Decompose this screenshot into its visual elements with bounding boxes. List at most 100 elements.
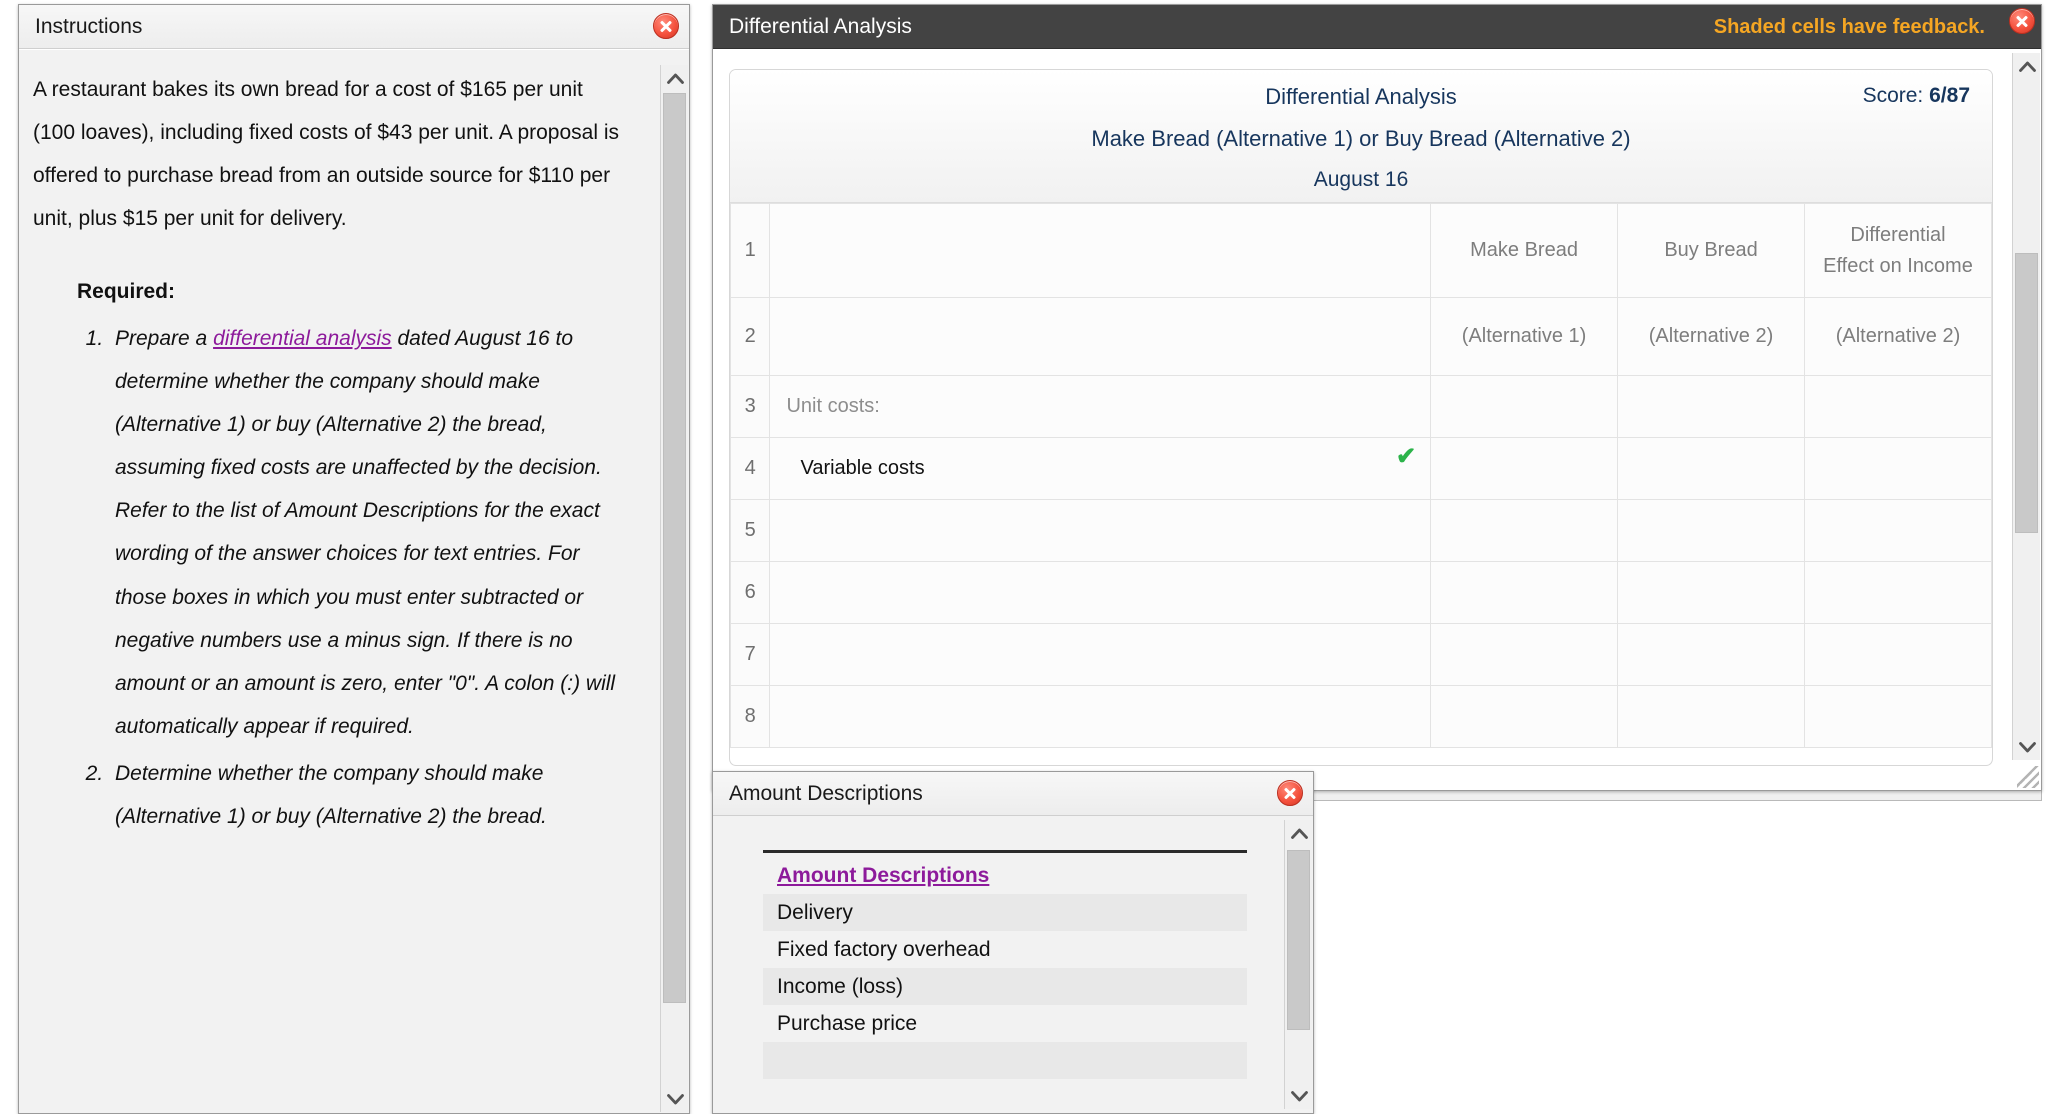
row-number: 7 (730, 623, 771, 686)
differential-scrollbar[interactable] (2012, 53, 2040, 760)
sheet-date: August 16 (1313, 168, 1409, 191)
scroll-down-icon[interactable] (1285, 1083, 1313, 1109)
cell-buy[interactable] (1617, 375, 1805, 438)
cell-make[interactable] (1430, 375, 1619, 438)
list-item-header[interactable]: Amount Descriptions (763, 857, 1247, 894)
differential-titlebar: Differential Analysis Shaded cells have … (713, 5, 2041, 49)
amount-descriptions-titlebar: Amount Descriptions (713, 772, 1313, 816)
sheet-header: Differential Analysis Make Bread (Altern… (730, 70, 1992, 203)
column-header-make-bread: Make Bread (1430, 203, 1619, 298)
scroll-up-icon[interactable] (2013, 53, 2041, 79)
scrollbar-thumb[interactable] (1287, 850, 1310, 1030)
cell-diff[interactable] (1803, 499, 1992, 562)
cell-label[interactable] (769, 623, 1432, 686)
list-item[interactable]: Income (loss) (763, 968, 1247, 1005)
diff-header-line1: Differential (1850, 223, 1946, 246)
req2-text: Determine whether the company should mak… (115, 761, 547, 828)
req1-before-link: Prepare a (115, 327, 214, 351)
cell-make[interactable] (1430, 499, 1619, 562)
column-header-buy-bread: Buy Bread (1617, 203, 1805, 298)
table-row: 6 (730, 561, 1992, 624)
sheet-subtitle: Make Bread (Alternative 1) or Buy Bread … (1091, 126, 1631, 151)
cell-make[interactable] (1430, 685, 1619, 748)
sheet-title: Differential Analysis (1265, 84, 1457, 109)
row-number: 5 (730, 499, 771, 562)
row-number: 6 (730, 561, 771, 624)
amount-descriptions-list: Amount Descriptions Delivery Fixed facto… (763, 850, 1247, 1079)
cell-label-variable-costs-text: Variable costs (800, 457, 925, 479)
instructions-title: Instructions (35, 15, 143, 38)
scroll-down-icon[interactable] (2013, 734, 2041, 760)
cell-make[interactable] (1430, 437, 1619, 500)
cell-diff-alternative: (Alternative 2) (1803, 297, 1992, 376)
cell-make[interactable] (1430, 561, 1619, 624)
row-number: 4 (730, 437, 771, 500)
list-item[interactable]: Purchase price (763, 1005, 1247, 1042)
cell-buy[interactable] (1617, 437, 1805, 500)
cell-buy[interactable] (1617, 499, 1805, 562)
scrollbar-thumb[interactable] (2015, 253, 2038, 533)
list-item[interactable]: Delivery (763, 894, 1247, 931)
amount-descriptions-window: Amount Descriptions Amount Descriptions … (712, 771, 1314, 1114)
cell-label[interactable] (769, 203, 1432, 298)
required-list: Prepare a differential analysis dated Au… (33, 317, 629, 838)
req1-after-link: dated August 16 to determine whether the… (115, 327, 616, 738)
cell-label[interactable] (769, 499, 1432, 562)
cell-label[interactable] (769, 297, 1432, 376)
close-icon[interactable] (653, 13, 679, 39)
differential-sheet: Differential Analysis Make Bread (Altern… (729, 69, 1993, 766)
list-item[interactable]: Fixed factory overhead (763, 931, 1247, 968)
cell-label[interactable] (769, 561, 1432, 624)
amount-descriptions-title: Amount Descriptions (729, 782, 923, 805)
differential-title: Differential Analysis (729, 15, 912, 38)
instructions-content: A restaurant bakes its own bread for a c… (33, 68, 629, 842)
amount-descriptions-scrollbar[interactable] (1284, 820, 1312, 1109)
differential-table: 1 Make Bread Buy Bread Differential Effe… (730, 203, 1992, 748)
scroll-up-icon[interactable] (1285, 820, 1313, 846)
table-row: 1 Make Bread Buy Bread Differential Effe… (730, 203, 1992, 298)
differential-analysis-link[interactable]: differential analysis (213, 327, 392, 350)
cell-buy-alternative: (Alternative 2) (1617, 297, 1805, 376)
list-item-partial[interactable] (763, 1042, 1247, 1079)
column-header-differential: Differential Effect on Income (1803, 203, 1992, 298)
cell-diff[interactable] (1803, 437, 1992, 500)
cell-buy[interactable] (1617, 623, 1805, 686)
cell-diff[interactable] (1803, 685, 1992, 748)
differential-body: Differential Analysis Make Bread (Altern… (713, 49, 2041, 790)
scroll-up-icon[interactable] (661, 65, 689, 91)
feedback-note: Shaded cells have feedback. (1713, 16, 1985, 38)
amount-descriptions-body: Amount Descriptions Delivery Fixed facto… (713, 816, 1313, 1113)
cell-buy[interactable] (1617, 685, 1805, 748)
instructions-body: A restaurant bakes its own bread for a c… (19, 49, 689, 1113)
table-row: 3 Unit costs: (730, 375, 1992, 438)
cell-label-unit-costs: Unit costs: (769, 375, 1432, 438)
table-row: 8 (730, 685, 1992, 748)
instructions-titlebar: Instructions (19, 5, 689, 49)
resize-handle[interactable] (2017, 766, 2039, 788)
scroll-down-icon[interactable] (661, 1086, 689, 1112)
close-icon[interactable] (1277, 780, 1303, 806)
cell-diff[interactable] (1803, 375, 1992, 438)
row-number: 2 (730, 297, 771, 376)
table-row: 2 (Alternative 1) (Alternative 2) (Alter… (730, 297, 1992, 376)
diff-header-line2: Effect on Income (1823, 254, 1973, 277)
cell-diff[interactable] (1803, 623, 1992, 686)
cell-label[interactable] (769, 685, 1432, 748)
instructions-window: Instructions A restaurant bakes its own … (18, 4, 690, 1114)
score-display: Score: 6/87 (1863, 84, 1970, 108)
cell-make[interactable] (1430, 623, 1619, 686)
close-icon[interactable] (2009, 8, 2035, 34)
required-item-2: Determine whether the company should mak… (109, 752, 629, 838)
scrollbar-thumb[interactable] (663, 93, 686, 1003)
required-item-1: Prepare a differential analysis dated Au… (109, 317, 629, 747)
cell-buy[interactable] (1617, 561, 1805, 624)
instructions-scrollbar[interactable] (660, 65, 688, 1112)
list-divider (763, 850, 1247, 853)
row-number: 3 (730, 375, 771, 438)
cell-diff[interactable] (1803, 561, 1992, 624)
row-number: 8 (730, 685, 771, 748)
required-heading: Required: (77, 280, 176, 304)
cell-label-variable-costs[interactable]: Variable costs ✔ (769, 437, 1432, 500)
correct-check-icon: ✔ (1395, 443, 1417, 470)
score-label: Score: (1862, 84, 1924, 107)
